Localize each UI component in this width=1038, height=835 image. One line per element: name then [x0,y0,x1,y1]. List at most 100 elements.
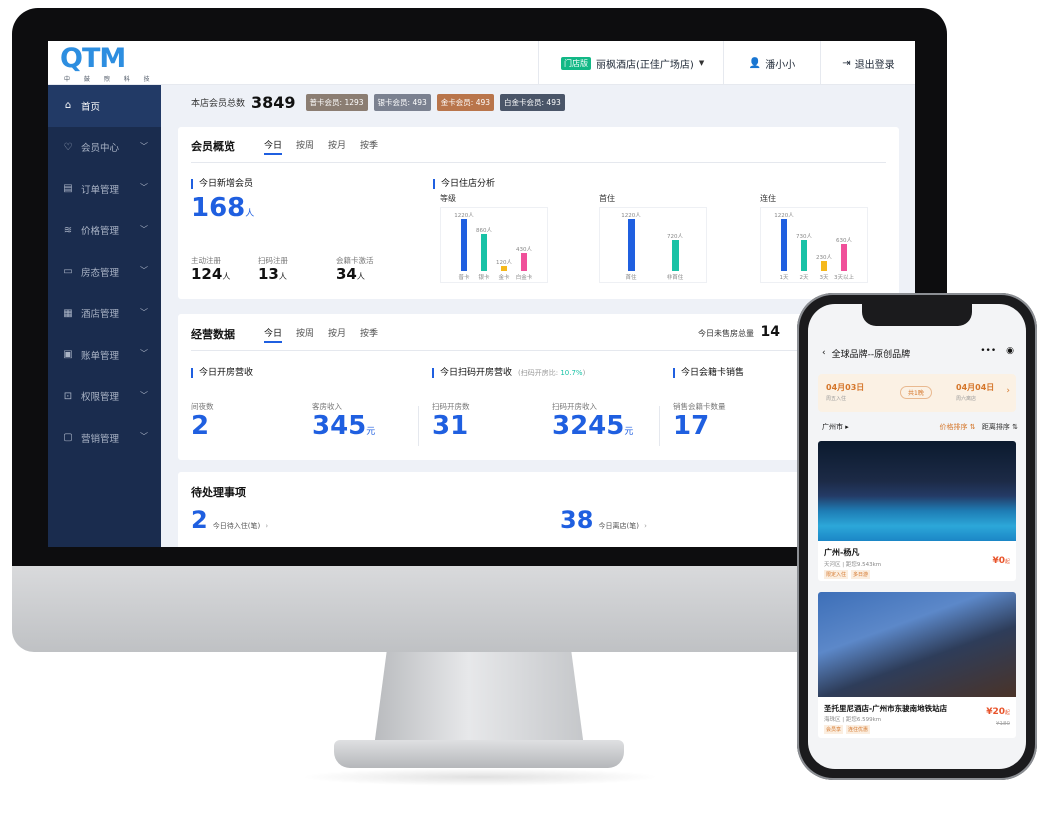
chart-category-label: 非首住 [666,275,684,281]
chart-bar [671,240,679,271]
logo-text: QTM [60,43,126,74]
monitor-shadow [300,768,660,786]
tab-quarter[interactable]: 按季 [360,326,378,343]
chevron-down-icon: ﹀ [140,141,148,151]
hotel-price: ¥20起 [986,707,1010,717]
back-icon[interactable]: ‹ [822,348,826,358]
chevron-down-icon: ﹀ [140,390,148,400]
card-sales-value: 17 [673,411,710,441]
chart-bar [521,252,527,271]
chevron-down-icon: ▼ [698,59,705,67]
chart-bar [461,219,467,271]
user-menu[interactable]: 👤 潘小小 [724,41,821,85]
tab-today[interactable]: 今日 [264,326,283,343]
scan-income-number: 3245 [552,411,625,441]
chart-category-label: 3天以上 [834,275,854,281]
todo-checkout[interactable]: 38 今日离店(笔) › [560,506,647,534]
chart-title: 首住 [599,194,615,203]
sidebar: ⌂ 首页 ♡ 会员中心 ﹀ ▤ 订单管理 ﹀ ≋ 价格管理 ﹀ ▭ 房态管理 ﹀ [48,85,161,547]
hotel-tag: 会员享 [824,725,844,734]
stage: QTM 中 鼓 煦 科 技 门店版 丽枫酒店(正佳广场店) ▼ 👤 潘小小 ⇥ … [0,0,1038,835]
badge-gold: 金卡会员: 493 [436,94,495,111]
divider [191,350,886,351]
stat-number: 124 [191,265,223,283]
todo-checkout-value: 38 [560,506,594,534]
chart-bar [501,265,507,271]
scan-ratio-note: (扫码开房比: 10.7%) [518,369,585,377]
todo-title: 待处理事项 [191,486,246,499]
stat-unit: 人 [356,272,365,281]
chart-bar [821,261,827,271]
stat-value: 124人 [191,265,230,283]
badge-silver: 银卡会员: 493 [373,94,431,111]
logout-label: 退出登录 [854,59,895,71]
stat-number: 34 [336,265,357,283]
chevron-down-icon: ﹀ [140,224,148,234]
todo-card: 待处理事项 2 今日待入住(笔) › 38 今日离店(笔) › [178,472,899,547]
sidebar-item-order[interactable]: ▤ 订单管理 ﹀ [48,168,161,210]
member-icon: ♡ [63,141,73,153]
dashboard-screen: QTM 中 鼓 煦 科 技 门店版 丽枫酒店(正佳广场店) ▼ 👤 潘小小 ⇥ … [48,41,915,547]
hotel-tag: 限定入住 [824,570,849,579]
more-icon[interactable]: ••• [980,346,996,356]
hotel-card[interactable]: 广州-杨凡 天河区 | 距您9.543km 限定入住 多日游 ¥0起 [818,441,1016,581]
stay-analysis-title: 今日住店分析 [433,179,495,189]
sidebar-item-label: 酒店管理 [81,309,120,321]
tab-month[interactable]: 按月 [328,326,346,343]
chart-value-label: 1220人 [454,213,474,219]
chart-first-stay: 首住 1220人 首住 720人 非首住 [599,193,709,289]
sidebar-item-hotel[interactable]: ▦ 酒店管理 ﹀ [48,293,161,335]
top-bar: QTM 中 鼓 煦 科 技 门店版 丽枫酒店(正佳广场店) ▼ 👤 潘小小 ⇥ … [48,41,915,85]
sidebar-item-home[interactable]: ⌂ 首页 [48,85,161,127]
chart-value-label: 720人 [667,234,683,241]
tab-today[interactable]: 今日 [264,138,283,155]
target-icon[interactable]: ◉ [1006,346,1014,356]
sidebar-item-price[interactable]: ≋ 价格管理 ﹀ [48,210,161,252]
checkout-date-sub: 周六离店 [956,396,977,402]
sort-price-label: 价格排序 [939,423,968,431]
sort-options: 价格排序 ⇅ 距离排序 ⇅ [940,422,1018,432]
scan-revenue-title: 今日扫码开房营收 (扫码开房比: 10.7%) [432,368,585,378]
chart-value-label: 730人 [796,233,812,240]
sidebar-item-label: 会员中心 [81,143,120,155]
chart-value-label: 1220人 [774,213,794,219]
sort-distance[interactable]: 距离排序 ⇅ [982,423,1018,431]
tab-week[interactable]: 按周 [296,326,314,343]
hotel-photo [818,592,1016,697]
member-summary: 本店会员总数 3849 普卡会员: 1293 银卡会员: 493 金卡会员: 4… [191,93,565,112]
sidebar-item-marketing[interactable]: ▢ 营销管理 ﹀ [48,417,161,459]
city-filter-label: 广州市 [822,423,843,431]
new-member-number: 168 [191,193,246,223]
sidebar-item-permission[interactable]: ⊡ 权限管理 ﹀ [48,376,161,418]
scan-income-value: 3245元 [552,411,633,441]
hotel-tags: 限定入住 多日游 [824,570,871,579]
sort-price[interactable]: 价格排序 ⇅ [940,423,976,431]
divider [418,406,419,446]
todo-checkin[interactable]: 2 今日待入住(笔) › [191,506,268,534]
stat-unit: 人 [222,272,231,281]
checkin-date-sub: 周五入住 [826,396,847,402]
sidebar-item-bill[interactable]: ▣ 账单管理 ﹀ [48,334,161,376]
sidebar-item-member[interactable]: ♡ 会员中心 ﹀ [48,127,161,169]
unsold-label: 今日未售房总量 [698,329,754,338]
sidebar-item-room[interactable]: ▭ 房态管理 ﹀ [48,251,161,293]
operations-card: 经营数据 今日 按周 按月 按季 今日未售房总量 14 今日开房营收 间夜数 2… [178,314,899,460]
tab-quarter[interactable]: 按季 [360,138,378,155]
store-selector[interactable]: 门店版 丽枫酒店(正佳广场店) ▼ [538,41,724,85]
chart-bar [481,234,487,271]
chart-value-label: 1220人 [621,213,641,219]
tab-week[interactable]: 按周 [296,138,314,155]
chart-value-label: 630人 [836,238,852,245]
new-member-unit: 人 [245,209,255,219]
tab-month[interactable]: 按月 [328,138,346,155]
logo: QTM 中 鼓 煦 科 技 [48,41,161,85]
city-filter[interactable]: 广州市 ▸ [822,423,849,431]
hotel-card[interactable]: 圣托里尼酒店-广州市东骏南地铁站店 海珠区 | 距您6.599km 会员享 连住… [818,592,1016,738]
chevron-down-icon: ﹀ [140,307,148,317]
chart-title: 连住 [760,194,776,203]
date-picker[interactable]: 04月03日 周五入住 共1晚 04月04日 周六离店 › [818,374,1016,412]
logout-button[interactable]: ⇥ 退出登录 [822,41,915,85]
chart-frame [599,207,707,283]
new-member-value: 168人 [191,193,254,223]
home-icon: ⌂ [64,100,72,112]
